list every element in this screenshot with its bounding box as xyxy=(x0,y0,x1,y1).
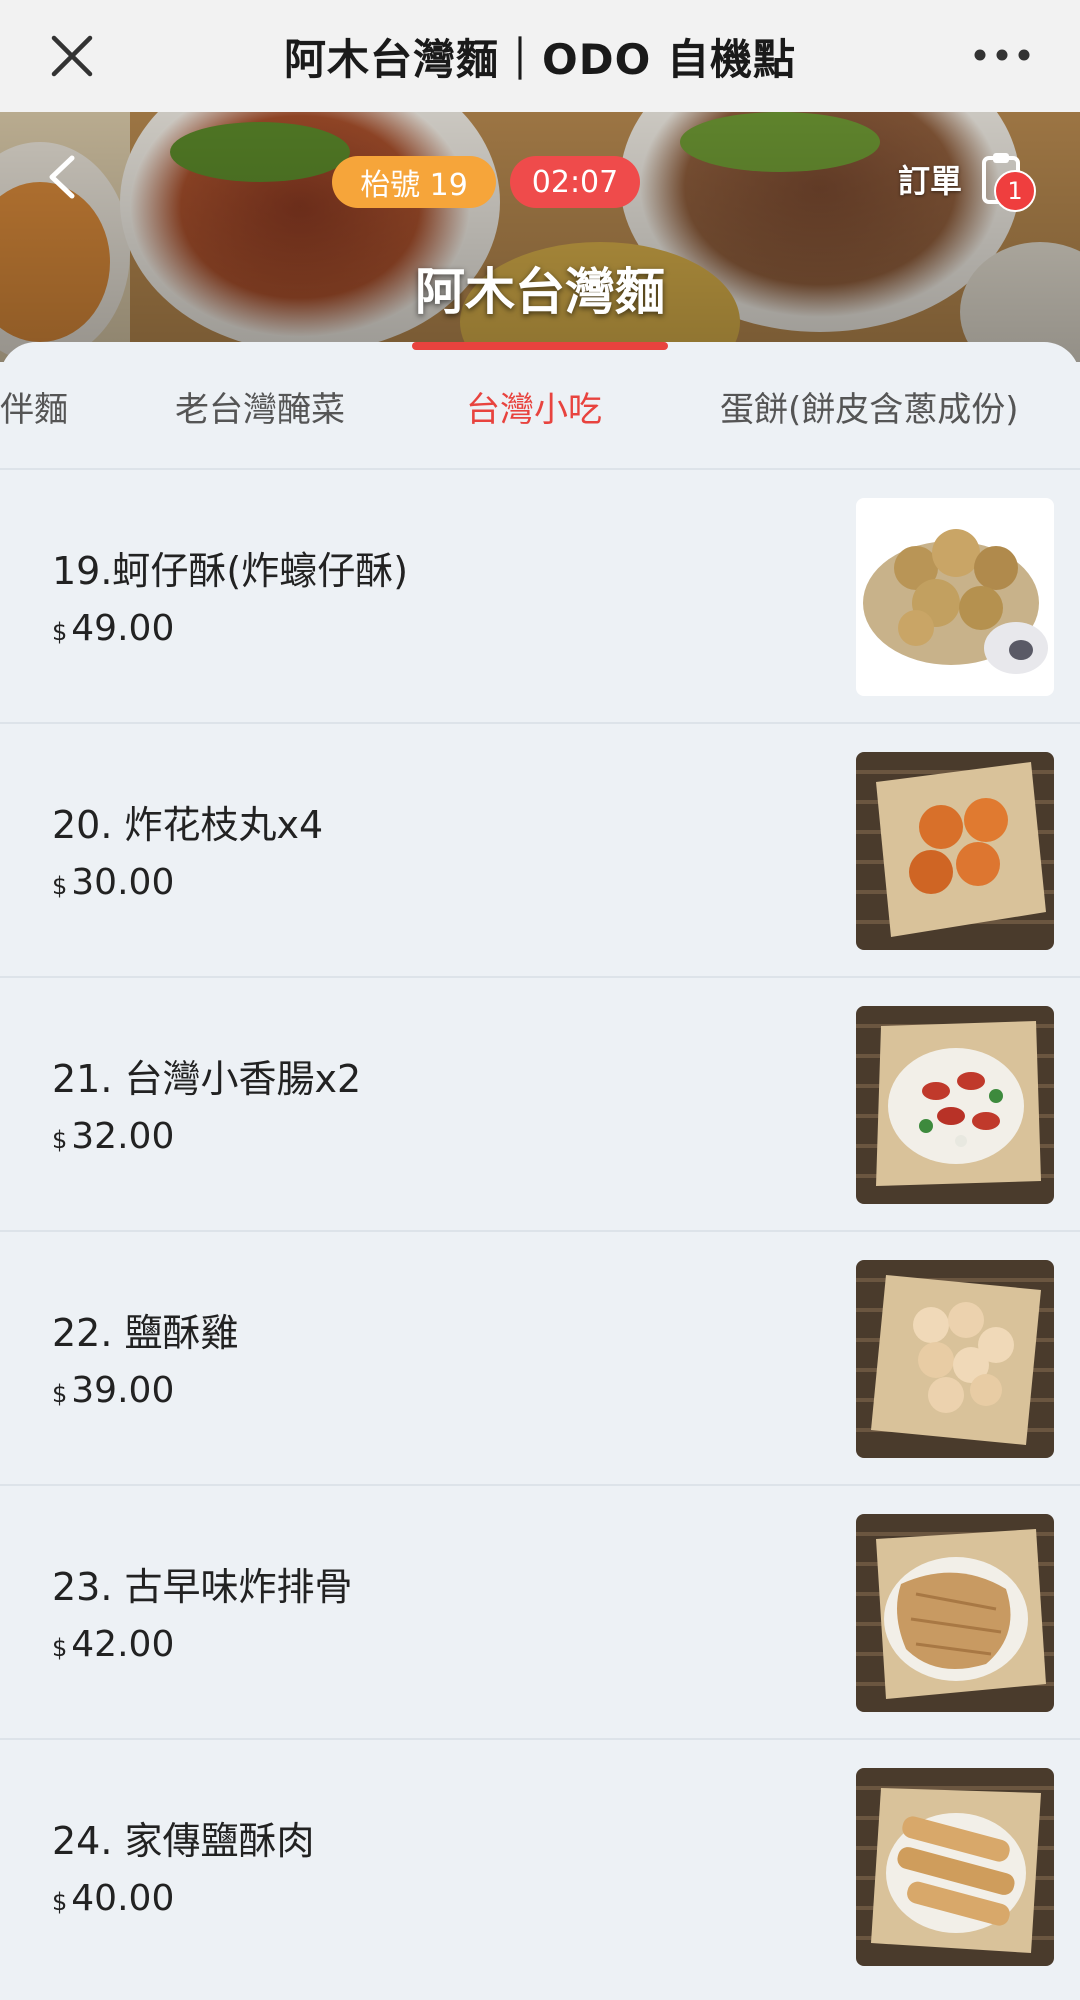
menu-item-image xyxy=(856,1006,1054,1204)
menu-item-price: $42.00 xyxy=(52,1624,174,1665)
menu-item[interactable]: 19.蚵仔酥(炸蠔仔酥) $49.00 xyxy=(0,468,1080,722)
menu-item[interactable]: 22. 鹽酥雞 $39.00 xyxy=(0,1230,1080,1484)
currency-symbol: $ xyxy=(52,1888,68,1916)
currency-symbol: $ xyxy=(52,1634,68,1662)
menu-item-price: $40.00 xyxy=(52,1878,174,1919)
tab-egg-pancake[interactable]: 蛋餅(餅皮含蔥成份) xyxy=(720,382,1019,431)
menu-item-name: 20. 炸花枝丸x4 xyxy=(52,803,324,847)
price-value: 39.00 xyxy=(71,1370,175,1411)
tab-taiwan-snacks[interactable]: 台灣小吃 xyxy=(466,382,602,431)
category-tabs: 伴麵 老台灣醃菜 台灣小吃 蛋餅(餅皮含蔥成份) xyxy=(0,342,1080,468)
tab-side-noodles[interactable]: 伴麵 xyxy=(0,382,68,431)
banner-food-image xyxy=(0,112,1080,362)
store-name: 阿木台灣麵 xyxy=(415,263,665,321)
menu-item-image xyxy=(856,752,1054,950)
page-title: 阿木台灣麵｜ODO 自機點 xyxy=(284,34,796,84)
menu-item[interactable]: 20. 炸花枝丸x4 $30.00 xyxy=(0,722,1080,976)
menu-item-image xyxy=(856,498,1054,696)
menu-item-image xyxy=(856,1514,1054,1712)
menu-item-price: $49.00 xyxy=(52,608,174,649)
menu-item-name: 24. 家傳鹽酥肉 xyxy=(52,1819,315,1863)
menu-item-name: 23. 古早味炸排骨 xyxy=(52,1565,353,1609)
menu-item-price: $39.00 xyxy=(52,1370,174,1411)
active-tab-indicator xyxy=(412,342,668,350)
store-banner: 枱號 19 02:07 訂單 1 阿木台灣麵 xyxy=(0,112,1080,362)
menu-item[interactable]: 24. 家傳鹽酥肉 $40.00 xyxy=(0,1738,1080,1992)
price-value: 30.00 xyxy=(71,862,175,903)
menu-item-image xyxy=(856,1260,1054,1458)
currency-symbol: $ xyxy=(52,872,68,900)
more-icon[interactable] xyxy=(972,40,1032,70)
timer-badge: 02:07 xyxy=(510,156,640,208)
back-icon[interactable] xyxy=(42,152,82,202)
top-bar: 阿木台灣麵｜ODO 自機點 xyxy=(0,0,1080,112)
price-value: 32.00 xyxy=(71,1116,175,1157)
table-number-badge: 枱號 19 xyxy=(332,156,496,208)
order-label[interactable]: 訂單 xyxy=(898,156,962,202)
close-icon[interactable] xyxy=(48,32,96,80)
tab-pickles[interactable]: 老台灣醃菜 xyxy=(175,382,345,431)
menu-item[interactable]: 23. 古早味炸排骨 $42.00 xyxy=(0,1484,1080,1738)
menu-item-name: 22. 鹽酥雞 xyxy=(52,1311,239,1355)
price-value: 49.00 xyxy=(71,608,175,649)
menu-list: 19.蚵仔酥(炸蠔仔酥) $49.00 20. 炸花枝丸x4 $30.00 21… xyxy=(0,468,1080,1992)
order-count-badge: 1 xyxy=(994,170,1036,212)
currency-symbol: $ xyxy=(52,1380,68,1408)
menu-item-image xyxy=(856,1768,1054,1966)
price-value: 42.00 xyxy=(71,1624,175,1665)
price-value: 40.00 xyxy=(71,1878,175,1919)
currency-symbol: $ xyxy=(52,1126,68,1154)
menu-item-price: $30.00 xyxy=(52,862,174,903)
menu-item[interactable]: 21. 台灣小香腸x2 $32.00 xyxy=(0,976,1080,1230)
menu-item-price: $32.00 xyxy=(52,1116,174,1157)
menu-item-name: 19.蚵仔酥(炸蠔仔酥) xyxy=(52,549,409,593)
menu-item-name: 21. 台灣小香腸x2 xyxy=(52,1057,362,1101)
currency-symbol: $ xyxy=(52,618,68,646)
